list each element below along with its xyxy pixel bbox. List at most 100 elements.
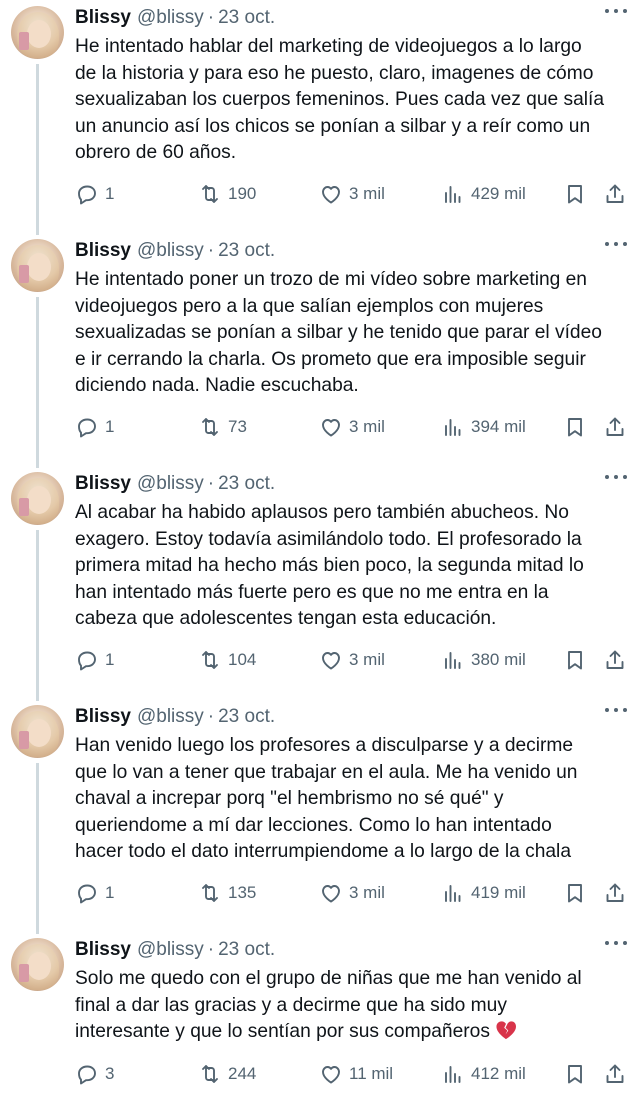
reply-count: 1 (105, 417, 115, 436)
view-count: 380 mil (471, 650, 526, 669)
tweet[interactable]: Blissy @blissy · 23 oct. Solo me quedo c… (0, 932, 636, 1101)
thread-connector-line (36, 530, 39, 701)
separator: · (207, 240, 215, 261)
bookmark-icon (568, 418, 582, 437)
reply-count: 1 (105, 650, 115, 669)
reply-count: 3 (105, 1064, 115, 1083)
tweet-header: Blissy @blissy · 23 oct. (75, 705, 627, 729)
tweet[interactable]: Blissy @blissy · 23 oct. Han venido lueg… (0, 699, 636, 934)
bookmark-button[interactable] (563, 880, 587, 906)
like-count: 3 mil (349, 883, 385, 902)
share-icon (606, 1064, 624, 1083)
reply-button[interactable]: 1 (75, 181, 114, 207)
tweet-date[interactable]: 23 oct. (218, 472, 275, 496)
tweet-header: Blissy @blissy · 23 oct. (75, 6, 627, 30)
bookmark-button[interactable] (563, 1061, 587, 1087)
like-button[interactable]: 3 mil (319, 880, 385, 906)
like-count: 3 mil (349, 650, 385, 669)
user-handle[interactable]: @blissy (137, 6, 204, 30)
retweet-button[interactable]: 104 (198, 647, 256, 673)
avatar[interactable] (11, 472, 64, 525)
views-button[interactable]: 419 mil (441, 880, 526, 906)
more-options-icon[interactable] (605, 707, 627, 713)
tweet-actions: 1 104 3 mil 380 mil (75, 647, 627, 673)
views-button[interactable]: 412 mil (441, 1061, 526, 1087)
display-name[interactable]: Blissy (75, 239, 131, 263)
like-button[interactable]: 3 mil (319, 181, 385, 207)
retweet-button[interactable]: 135 (198, 880, 256, 906)
more-options-icon[interactable] (605, 8, 627, 14)
retweet-count: 73 (228, 417, 247, 436)
like-button[interactable]: 3 mil (319, 647, 385, 673)
reply-button[interactable]: 1 (75, 414, 114, 440)
tweet-date[interactable]: 23 oct. (218, 239, 275, 263)
separator: · (207, 706, 215, 727)
reply-icon (78, 418, 96, 438)
like-button[interactable]: 3 mil (319, 414, 385, 440)
more-options-icon[interactable] (605, 241, 627, 247)
reply-button[interactable]: 3 (75, 1061, 114, 1087)
display-name[interactable]: Blissy (75, 6, 131, 30)
retweet-count: 135 (228, 883, 257, 902)
retweet-count: 244 (228, 1064, 257, 1083)
avatar[interactable] (11, 705, 64, 758)
view-count: 419 mil (471, 883, 526, 902)
display-name[interactable]: Blissy (75, 472, 131, 496)
retweet-icon (202, 651, 218, 669)
bookmark-icon (568, 185, 582, 204)
retweet-button[interactable]: 190 (198, 181, 256, 207)
display-name[interactable]: Blissy (75, 938, 131, 962)
avatar[interactable] (11, 6, 64, 59)
views-button[interactable]: 394 mil (441, 414, 526, 440)
reply-button[interactable]: 1 (75, 880, 114, 906)
views-button[interactable]: 429 mil (441, 181, 526, 207)
bookmark-button[interactable] (563, 181, 587, 207)
tweet[interactable]: Blissy @blissy · 23 oct. Al acabar ha ha… (0, 466, 636, 701)
reply-count: 1 (105, 883, 115, 902)
tweet-actions: 1 135 3 mil 419 mil (75, 880, 627, 906)
view-count: 394 mil (471, 417, 526, 436)
share-button[interactable] (603, 414, 627, 440)
reply-button[interactable]: 1 (75, 647, 114, 673)
share-button[interactable] (603, 647, 627, 673)
avatar[interactable] (11, 938, 64, 991)
tweet[interactable]: Blissy @blissy · 23 oct. He intentado po… (0, 233, 636, 468)
tweet-date[interactable]: 23 oct. (218, 705, 275, 729)
user-handle[interactable]: @blissy (137, 705, 204, 729)
tweet-header: Blissy @blissy · 23 oct. (75, 938, 627, 962)
bookmark-icon (568, 651, 582, 670)
share-button[interactable] (603, 1061, 627, 1087)
thread-connector-line (36, 297, 39, 468)
tweet-actions: 1 73 3 mil 394 mil (75, 414, 627, 440)
tweet-text: He intentado poner un trozo de mi vídeo … (75, 269, 602, 396)
share-icon (606, 417, 624, 436)
thread-connector-line (36, 64, 39, 235)
retweet-button[interactable]: 73 (198, 414, 247, 440)
display-name[interactable]: Blissy (75, 705, 131, 729)
retweet-icon (202, 418, 218, 436)
bookmark-button[interactable] (563, 414, 587, 440)
tweet-date[interactable]: 23 oct. (218, 938, 275, 962)
user-handle[interactable]: @blissy (137, 239, 204, 263)
more-options-icon[interactable] (605, 474, 627, 480)
share-button[interactable] (603, 181, 627, 207)
reply-count: 1 (105, 184, 115, 203)
tweet-text: He intentado hablar del marketing de vid… (75, 36, 605, 163)
tweet-date[interactable]: 23 oct. (218, 6, 275, 30)
retweet-button[interactable]: 244 (198, 1061, 256, 1087)
bookmark-button[interactable] (563, 647, 587, 673)
reply-icon (78, 651, 96, 671)
bookmark-icon (568, 884, 582, 903)
like-button[interactable]: 11 mil (319, 1061, 393, 1087)
views-button[interactable]: 380 mil (441, 647, 526, 673)
user-handle[interactable]: @blissy (137, 472, 204, 496)
heart-icon (322, 1066, 340, 1084)
tweet[interactable]: Blissy @blissy · 23 oct. He intentado ha… (0, 0, 636, 235)
more-options-icon[interactable] (605, 940, 627, 946)
user-handle[interactable]: @blissy (137, 938, 204, 962)
share-button[interactable] (603, 880, 627, 906)
avatar[interactable] (11, 239, 64, 292)
share-icon (606, 184, 624, 203)
analytics-icon (445, 652, 461, 669)
like-count: 3 mil (349, 417, 385, 436)
